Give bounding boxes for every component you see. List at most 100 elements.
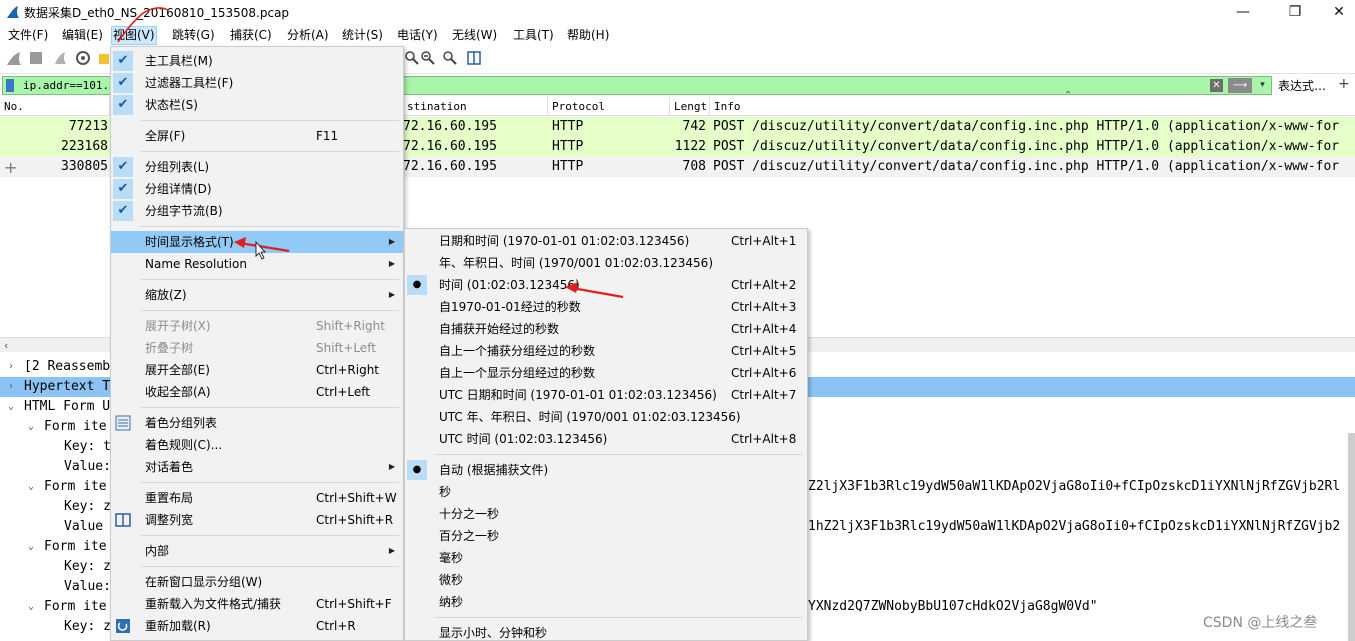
view-menu-item[interactable]: 在新窗口显示分组(W) [111,571,403,593]
view-menu-item[interactable]: ✔ 状态栏(S) [111,94,403,116]
view-menu-item[interactable]: 内部 ▶ [111,540,403,562]
details-scrollbar-thumb[interactable] [1348,433,1355,641]
collapse-arrow-icon[interactable]: ⌄ [28,477,34,497]
close-button[interactable]: ✕ [1316,0,1355,24]
view-menu-item[interactable]: 重置布局 Ctrl+Shift+W [111,487,403,509]
minimize-button[interactable]: — [1220,0,1266,24]
menu-item-shortcut: Ctrl+R [316,619,356,633]
view-menu-item[interactable]: 全屏(F) F11 [111,125,403,147]
menu-item-shortcut: Ctrl+Alt+5 [731,344,797,358]
packet-protocol: HTTP [552,139,584,154]
menu-item-label: 内部 [145,544,170,558]
time-format-item[interactable]: 百分之一秒 [405,525,807,547]
time-format-item[interactable]: 年、年积日、时间 (1970/001 01:02:03.123456) [405,252,807,274]
view-menu-item[interactable]: 重新加载(R) Ctrl+R [111,615,403,637]
collapse-arrow-icon[interactable]: ⌄ [28,417,34,437]
menu-edit[interactable]: 编辑(E) [61,26,104,45]
filter-history-dropdown-icon[interactable]: ▾ [1256,78,1269,93]
view-menu-item[interactable]: 缩放(Z) ▶ [111,284,403,306]
time-format-item[interactable]: 毫秒 [405,547,807,569]
zoom-normal-icon[interactable] [442,50,458,66]
clear-filter-icon[interactable]: ✕ [1210,79,1223,92]
maximize-button[interactable]: ❐ [1272,0,1318,24]
time-format-item[interactable]: 日期和时间 (1970-01-01 01:02:03.123456) Ctrl+A… [405,230,807,252]
check-icon: ✔ [113,51,133,71]
view-menu-item[interactable]: 着色分组列表 [111,412,403,434]
shark-start-icon[interactable] [6,50,22,66]
time-format-item[interactable]: 纳秒 [405,591,807,613]
collapse-arrow-icon[interactable]: ⌄ [28,597,34,617]
time-format-item[interactable]: 自捕获开始经过的秒数 Ctrl+Alt+4 [405,318,807,340]
menu-help[interactable]: 帮助(H) [566,26,610,45]
filter-bookmark-icon[interactable] [6,79,14,92]
menu-go[interactable]: 跳转(G) [171,26,216,45]
menu-separator [141,226,399,227]
column-header-destination[interactable]: stination [403,97,548,116]
view-menu-item[interactable]: 展开全部(E) Ctrl+Right [111,359,403,381]
view-menu-item[interactable]: Name Resolution ▶ [111,253,403,275]
collapse-arrow-icon[interactable]: ⌄ [8,397,14,417]
menu-item-label: 自捕获开始经过的秒数 [439,322,560,336]
view-menu-item[interactable]: 着色规则(C)... [111,434,403,456]
time-format-item[interactable]: 显示小时、分钟和秒 [405,622,807,641]
zoom-out-icon[interactable] [420,50,436,66]
menu-view[interactable]: 视图(V) [111,26,157,45]
packet-length: 742 [682,119,706,134]
options-gear-icon[interactable] [75,50,91,66]
view-menu-item[interactable]: 折叠子树 Shift+Left [111,337,403,359]
column-header-info[interactable]: Info [710,97,1355,116]
collapse-arrow-icon[interactable]: ⌄ [28,537,34,557]
time-format-item[interactable]: 十分之一秒 [405,503,807,525]
column-header-length[interactable]: Lengt [670,97,710,116]
menu-file[interactable]: 文件(F) [7,26,49,45]
expand-arrow-icon[interactable]: › [8,377,14,397]
resize-columns-icon[interactable] [466,50,482,66]
check-icon: ✔ [113,201,133,221]
menu-wireless[interactable]: 无线(W) [451,26,498,45]
time-format-item[interactable]: UTC 时间 (01:02:03.123456) Ctrl+Alt+8 [405,428,807,450]
view-menu-item[interactable]: ✔ 过滤器工具栏(F) [111,72,403,94]
time-format-item[interactable]: UTC 日期和时间 (1970-01-01 01:02:03.123456) Ct… [405,384,807,406]
menu-capture[interactable]: 捕获(C) [229,26,273,45]
view-menu-item[interactable]: 调整列宽 Ctrl+Shift+R [111,509,403,531]
expand-arrow-icon[interactable]: › [8,357,14,377]
restart-icon[interactable] [52,50,68,66]
column-header-no[interactable]: No. [0,97,110,116]
stop-icon[interactable] [28,50,44,66]
view-menu-item[interactable]: ✔ 分组列表(L) [111,156,403,178]
view-menu-item[interactable]: ✔ 分组字节流(B) [111,200,403,222]
menu-item-label: 自1970-01-01经过的秒数 [439,300,581,314]
time-format-item[interactable]: 微秒 [405,569,807,591]
apply-filter-arrow-icon[interactable]: ⟶ [1228,78,1252,93]
time-format-item[interactable]: UTC 年、年积日、时间 (1970/001 01:02:03.123456) [405,406,807,428]
time-format-item[interactable]: 自上一个显示分组经过的秒数 Ctrl+Alt+6 [405,362,807,384]
packet-no: 223168 [61,139,108,154]
menu-item-label: 全屏(F) [145,129,186,143]
menu-separator [141,407,399,408]
menu-item-label: 展开全部(E) [145,363,210,377]
view-menu-item[interactable]: 对话着色 ▶ [111,456,403,478]
time-format-item[interactable]: 自上一个捕获分组经过的秒数 Ctrl+Alt+5 [405,340,807,362]
zoom-in-icon[interactable] [404,50,420,66]
menu-item-label: 纳秒 [439,595,464,609]
time-format-item[interactable]: 自1970-01-01经过的秒数 Ctrl+Alt+3 [405,296,807,318]
column-header-protocol[interactable]: Protocol [548,97,670,116]
view-menu-item[interactable]: 重新载入为文件格式/捕获 Ctrl+Shift+F [111,593,403,615]
view-menu-item[interactable]: 展开子树(X) Shift+Right [111,315,403,337]
menu-item-label: UTC 日期和时间 (1970-01-01 01:02:03.123456) [439,388,717,402]
menu-telephony[interactable]: 电话(Y) [396,26,439,45]
view-menu-item[interactable]: ✔ 分组详情(D) [111,178,403,200]
view-menu-item[interactable]: 收起全部(A) Ctrl+Left [111,381,403,403]
menu-analyze[interactable]: 分析(A) [286,26,330,45]
view-menu-item[interactable]: ✔ 主工具栏(M) [111,50,403,72]
view-menu-item[interactable]: 时间显示格式(T) ▶ [111,231,403,253]
add-filter-button[interactable]: + [1338,76,1350,92]
time-format-item[interactable]: ● 时间 (01:02:03.123456) Ctrl+Alt+2 [405,274,807,296]
menu-statistics[interactable]: 统计(S) [341,26,384,45]
title-bar: 数据采集D_eth0_NS_20160810_153508.pcap — ❐ ✕ [0,0,1355,24]
expression-button[interactable]: 表达式… [1278,77,1326,94]
time-format-item[interactable]: ● 自动 (根据捕获文件) [405,459,807,481]
menu-tools[interactable]: 工具(T) [512,26,555,45]
scroll-left-icon[interactable]: ‹ [4,338,8,353]
time-format-item[interactable]: 秒 [405,481,807,503]
